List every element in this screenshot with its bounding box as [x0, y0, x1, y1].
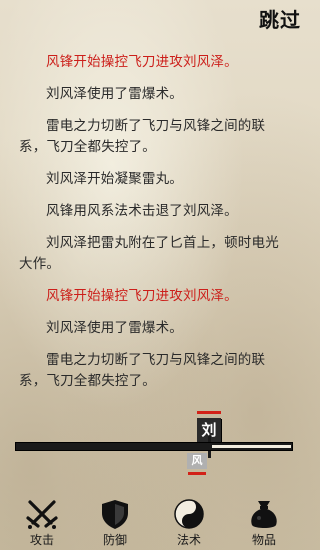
defend-label: 防御: [102, 533, 127, 547]
attack-button[interactable]: 攻击: [17, 495, 67, 550]
log-entry: 刘风泽使用了雷爆术。: [46, 86, 183, 102]
spell-button[interactable]: 法术: [164, 495, 214, 550]
spell-label: 法术: [176, 533, 201, 547]
bag-icon: [251, 501, 277, 528]
bottom-action-bar: 攻击 防御 法术 物品: [0, 495, 309, 550]
defend-button[interactable]: 防御: [90, 495, 140, 550]
log-entry: 风锋开始操控飞刀进攻刘风泽。: [46, 54, 238, 70]
top-marker-red-bar: [197, 411, 221, 414]
log-entry: 雷电之力切断了飞刀与风锋之间的联系，飞刀全都失控了。: [19, 352, 266, 389]
log-entry: 刘风泽开始凝聚雷丸。: [46, 171, 183, 187]
bottom-marker-stem: [208, 451, 211, 458]
crossed-swords-icon: [26, 500, 58, 529]
items-button[interactable]: 物品: [239, 495, 289, 550]
turn-timeline-fill: [212, 445, 291, 448]
shield-icon: [102, 500, 128, 529]
skip-button[interactable]: 跳过: [259, 4, 301, 33]
yin-yang-icon: [174, 499, 204, 529]
log-entry: 雷电之力切断了飞刀与风锋之间的联系，飞刀全都失控了。: [19, 118, 266, 155]
log-entry: 刘风泽把雷丸附在了匕首上，顿时电光大作。: [19, 235, 279, 272]
bottom-marker-red-bar: [188, 472, 206, 475]
log-entry: 风锋开始操控飞刀进攻刘风泽。: [46, 288, 238, 304]
log-entry: 风锋用风系法术击退了刘风泽。: [46, 203, 238, 219]
log-entry: 刘风泽使用了雷爆术。: [46, 320, 183, 336]
feng-turn-marker: 风: [187, 453, 207, 469]
items-label: 物品: [251, 533, 276, 547]
attack-label: 攻击: [29, 533, 54, 547]
battle-log: 风锋开始操控飞刀进攻刘风泽。 刘风泽使用了雷爆术。 雷电之力切断了飞刀与风锋之间…: [19, 52, 287, 403]
